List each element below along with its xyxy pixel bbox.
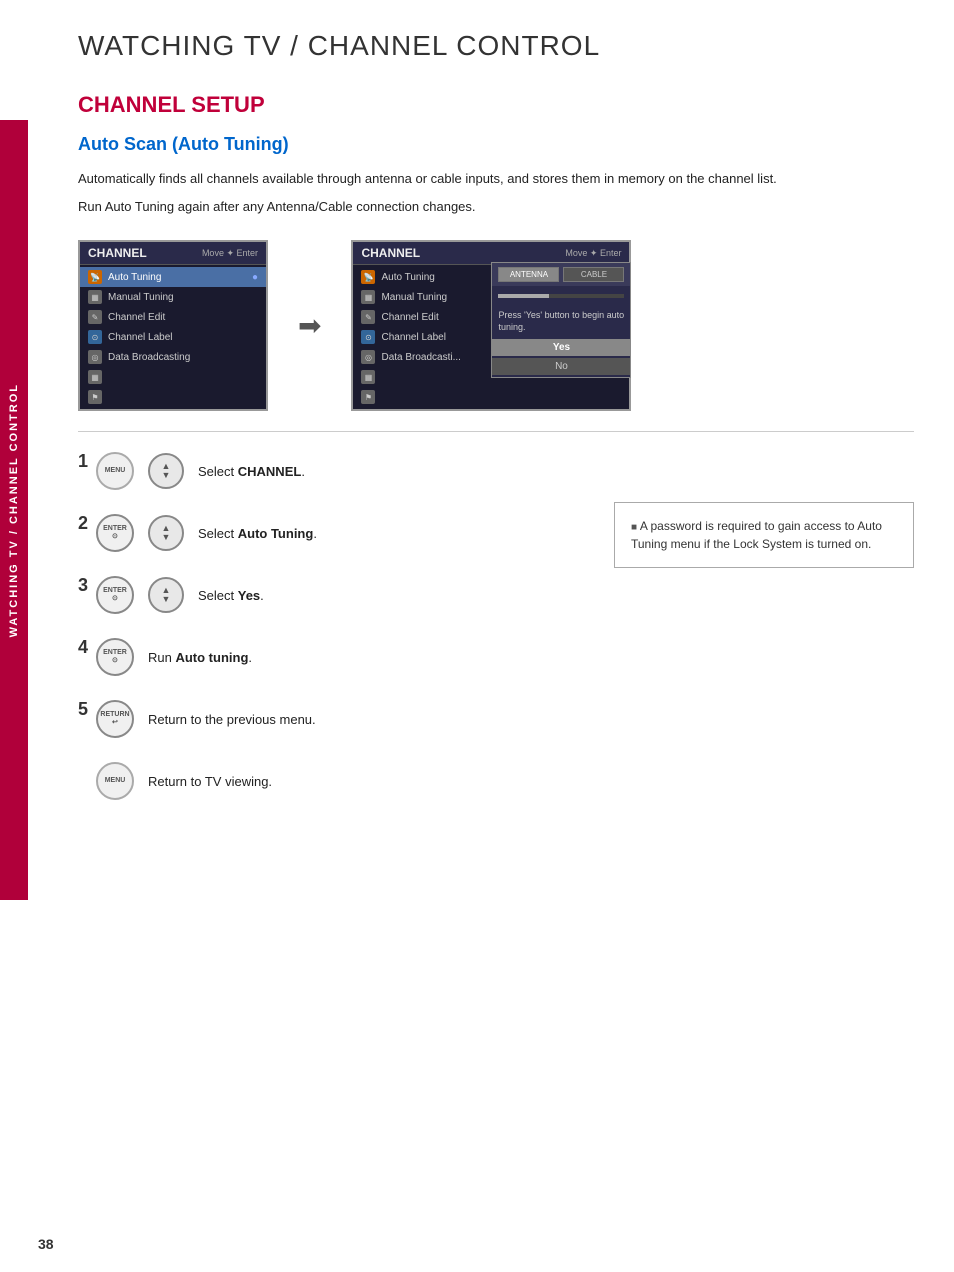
menu-label-auto-tuning: Auto Tuning [108,272,161,283]
menu-item-manual-tuning[interactable]: ▦ Manual Tuning [80,287,266,307]
step-menu-numbering: MENU [78,762,134,800]
step-4-num: 4 [78,638,92,656]
menu-label-manual-tuning: Manual Tuning [108,292,174,303]
menu-label-channel-edit: Channel Edit [108,312,165,323]
menu-item-extra2: ⚑ [80,387,266,407]
subsection-title: Auto Scan (Auto Tuning) [78,134,914,155]
steps-container: 1 MENU ▲ ▼ Select CHANNEL. 2 ENTER⊙ [78,452,914,824]
menu-item-channel-edit[interactable]: ✎ Channel Edit [80,307,266,327]
menu-icon-channel-edit: ✎ [88,310,102,324]
popup-antenna-btn[interactable]: ANTENNA [498,267,559,282]
step-2-numbering: 2 ENTER⊙ [78,514,134,552]
step-1-num: 1 [78,452,92,470]
step-2-nav: ▲ ▼ [148,515,184,551]
description1: Automatically finds all channels availab… [78,169,898,189]
menu-icon-auto-tuning: 📡 [88,270,102,284]
step-3-text: Select Yes. [198,588,264,603]
step-5-return-button: RETURN↩ [96,700,134,738]
menu-right-extra2: ⚑ [353,387,629,407]
step-1-nav: ▲ ▼ [148,453,184,489]
popup-cable-btn[interactable]: CABLE [563,267,624,282]
popup-yes-btn[interactable]: Yes [492,339,630,356]
step-5-numbering: 5 RETURN↩ [78,700,134,738]
step-5-num: 5 [78,700,92,718]
tv-menu-right: CHANNEL Move ✦ Enter 📡 Auto Tuning ▦ Man… [351,240,631,411]
menu-label-data-broadcasting: Data Broadcasting [108,352,190,363]
menu-item-auto-tuning[interactable]: 📡 Auto Tuning ● [80,267,266,287]
arrow-right-icon: ➡ [298,309,321,342]
tv-menu-left-header: CHANNEL Move ✦ Enter [80,242,266,265]
section-title: CHANNEL SETUP [78,92,914,118]
menu-icon-extra1: ▦ [88,370,102,384]
step-4-enter-button: ENTER⊙ [96,638,134,676]
popup-antenna-row: ANTENNA CABLE [492,263,630,286]
step-3-num: 3 [78,576,92,594]
menu-right-label-manual-tuning: Manual Tuning [381,292,447,303]
step-menu-text: Return to TV viewing. [148,774,272,789]
tv-menu-right-nav: Move ✦ Enter [565,248,621,259]
step-1-menu-button: MENU [96,452,134,490]
menu-right-icon-channel-label: ⊙ [361,330,375,344]
slider-bar [498,294,624,298]
menu-right-label-channel-edit: Channel Edit [381,312,438,323]
steps-left: 1 MENU ▲ ▼ Select CHANNEL. 2 ENTER⊙ [78,452,584,824]
menu-item-data-broadcasting[interactable]: ◎ Data Broadcasting [80,347,266,367]
menu-icon-channel-label: ⊙ [88,330,102,344]
step-2-text: Select Auto Tuning. [198,526,317,541]
menu-icon-extra2: ⚑ [88,390,102,404]
side-tab-label: WATCHING TV / CHANNEL CONTROL [8,383,20,637]
side-tab: WATCHING TV / CHANNEL CONTROL [0,120,28,900]
menu-right-icon-channel-edit: ✎ [361,310,375,324]
section-divider [78,431,914,432]
menu-label-channel-label: Channel Label [108,332,173,343]
page-title: WATCHING TV / CHANNEL CONTROL [78,30,914,62]
step-4-text: Run Auto tuning. [148,650,252,665]
step-1-row: 1 MENU ▲ ▼ Select CHANNEL. [78,452,584,490]
tv-menu-left-body: 📡 Auto Tuning ● ▦ Manual Tuning ✎ Channe… [80,265,266,409]
description2: Run Auto Tuning again after any Antenna/… [78,197,898,217]
popup-no-btn[interactable]: No [492,358,630,375]
tv-menu-right-title: CHANNEL [361,246,420,260]
tv-menu-left-title: CHANNEL [88,246,147,260]
menu-right-label-auto-tuning: Auto Tuning [381,272,434,283]
menu-icon-data-broadcasting: ◎ [88,350,102,364]
step-2-num: 2 [78,514,92,532]
tv-menu-left: CHANNEL Move ✦ Enter 📡 Auto Tuning ● ▦ M… [78,240,268,411]
menu-right-label-channel-label: Channel Label [381,332,446,343]
step-2-row: 2 ENTER⊙ ▲ ▼ Select Auto Tuning. [78,514,584,552]
menu-item-extra1: ▦ [80,367,266,387]
popup-prompt-text: Press 'Yes' button to begin auto tuning. [492,306,630,337]
menu-icon-manual-tuning: ▦ [88,290,102,304]
screenshots-area: CHANNEL Move ✦ Enter 📡 Auto Tuning ● ▦ M… [78,240,914,411]
step-menu-row: MENU Return to TV viewing. [78,762,584,800]
step-menu-button: MENU [96,762,134,800]
step-3-enter-button: ENTER⊙ [96,576,134,614]
step-3-numbering: 3 ENTER⊙ [78,576,134,614]
menu-right-icon-extra2: ⚑ [361,390,375,404]
step-5-row: 5 RETURN↩ Return to the previous menu. [78,700,584,738]
step-2-enter-button: ENTER⊙ [96,514,134,552]
note-box: A password is required to gain access to… [614,502,914,568]
step-1-numbering: 1 MENU [78,452,134,490]
step-4-numbering: 4 ENTER⊙ [78,638,134,676]
step-5-text: Return to the previous menu. [148,712,316,727]
step-1-text: Select CHANNEL. [198,464,305,479]
tv-menu-left-nav: Move ✦ Enter [202,248,258,259]
menu-right-icon-data-broadcasting: ◎ [361,350,375,364]
menu-right-icon-extra1: ▦ [361,370,375,384]
step-3-row: 3 ENTER⊙ ▲ ▼ Select Yes. [78,576,584,614]
popup-slider [492,286,630,306]
page-number: 38 [38,1236,54,1252]
slider-fill [498,294,548,298]
menu-right-label-data-broadcasting: Data Broadcasti... [381,352,460,363]
popup-overlay: ANTENNA CABLE Press 'Yes' button to begi… [491,262,631,378]
step-3-nav: ▲ ▼ [148,577,184,613]
menu-item-channel-label[interactable]: ⊙ Channel Label [80,327,266,347]
menu-right-icon-manual-tuning: ▦ [361,290,375,304]
step-4-row: 4 ENTER⊙ Run Auto tuning. [78,638,584,676]
menu-right-icon-auto-tuning: 📡 [361,270,375,284]
